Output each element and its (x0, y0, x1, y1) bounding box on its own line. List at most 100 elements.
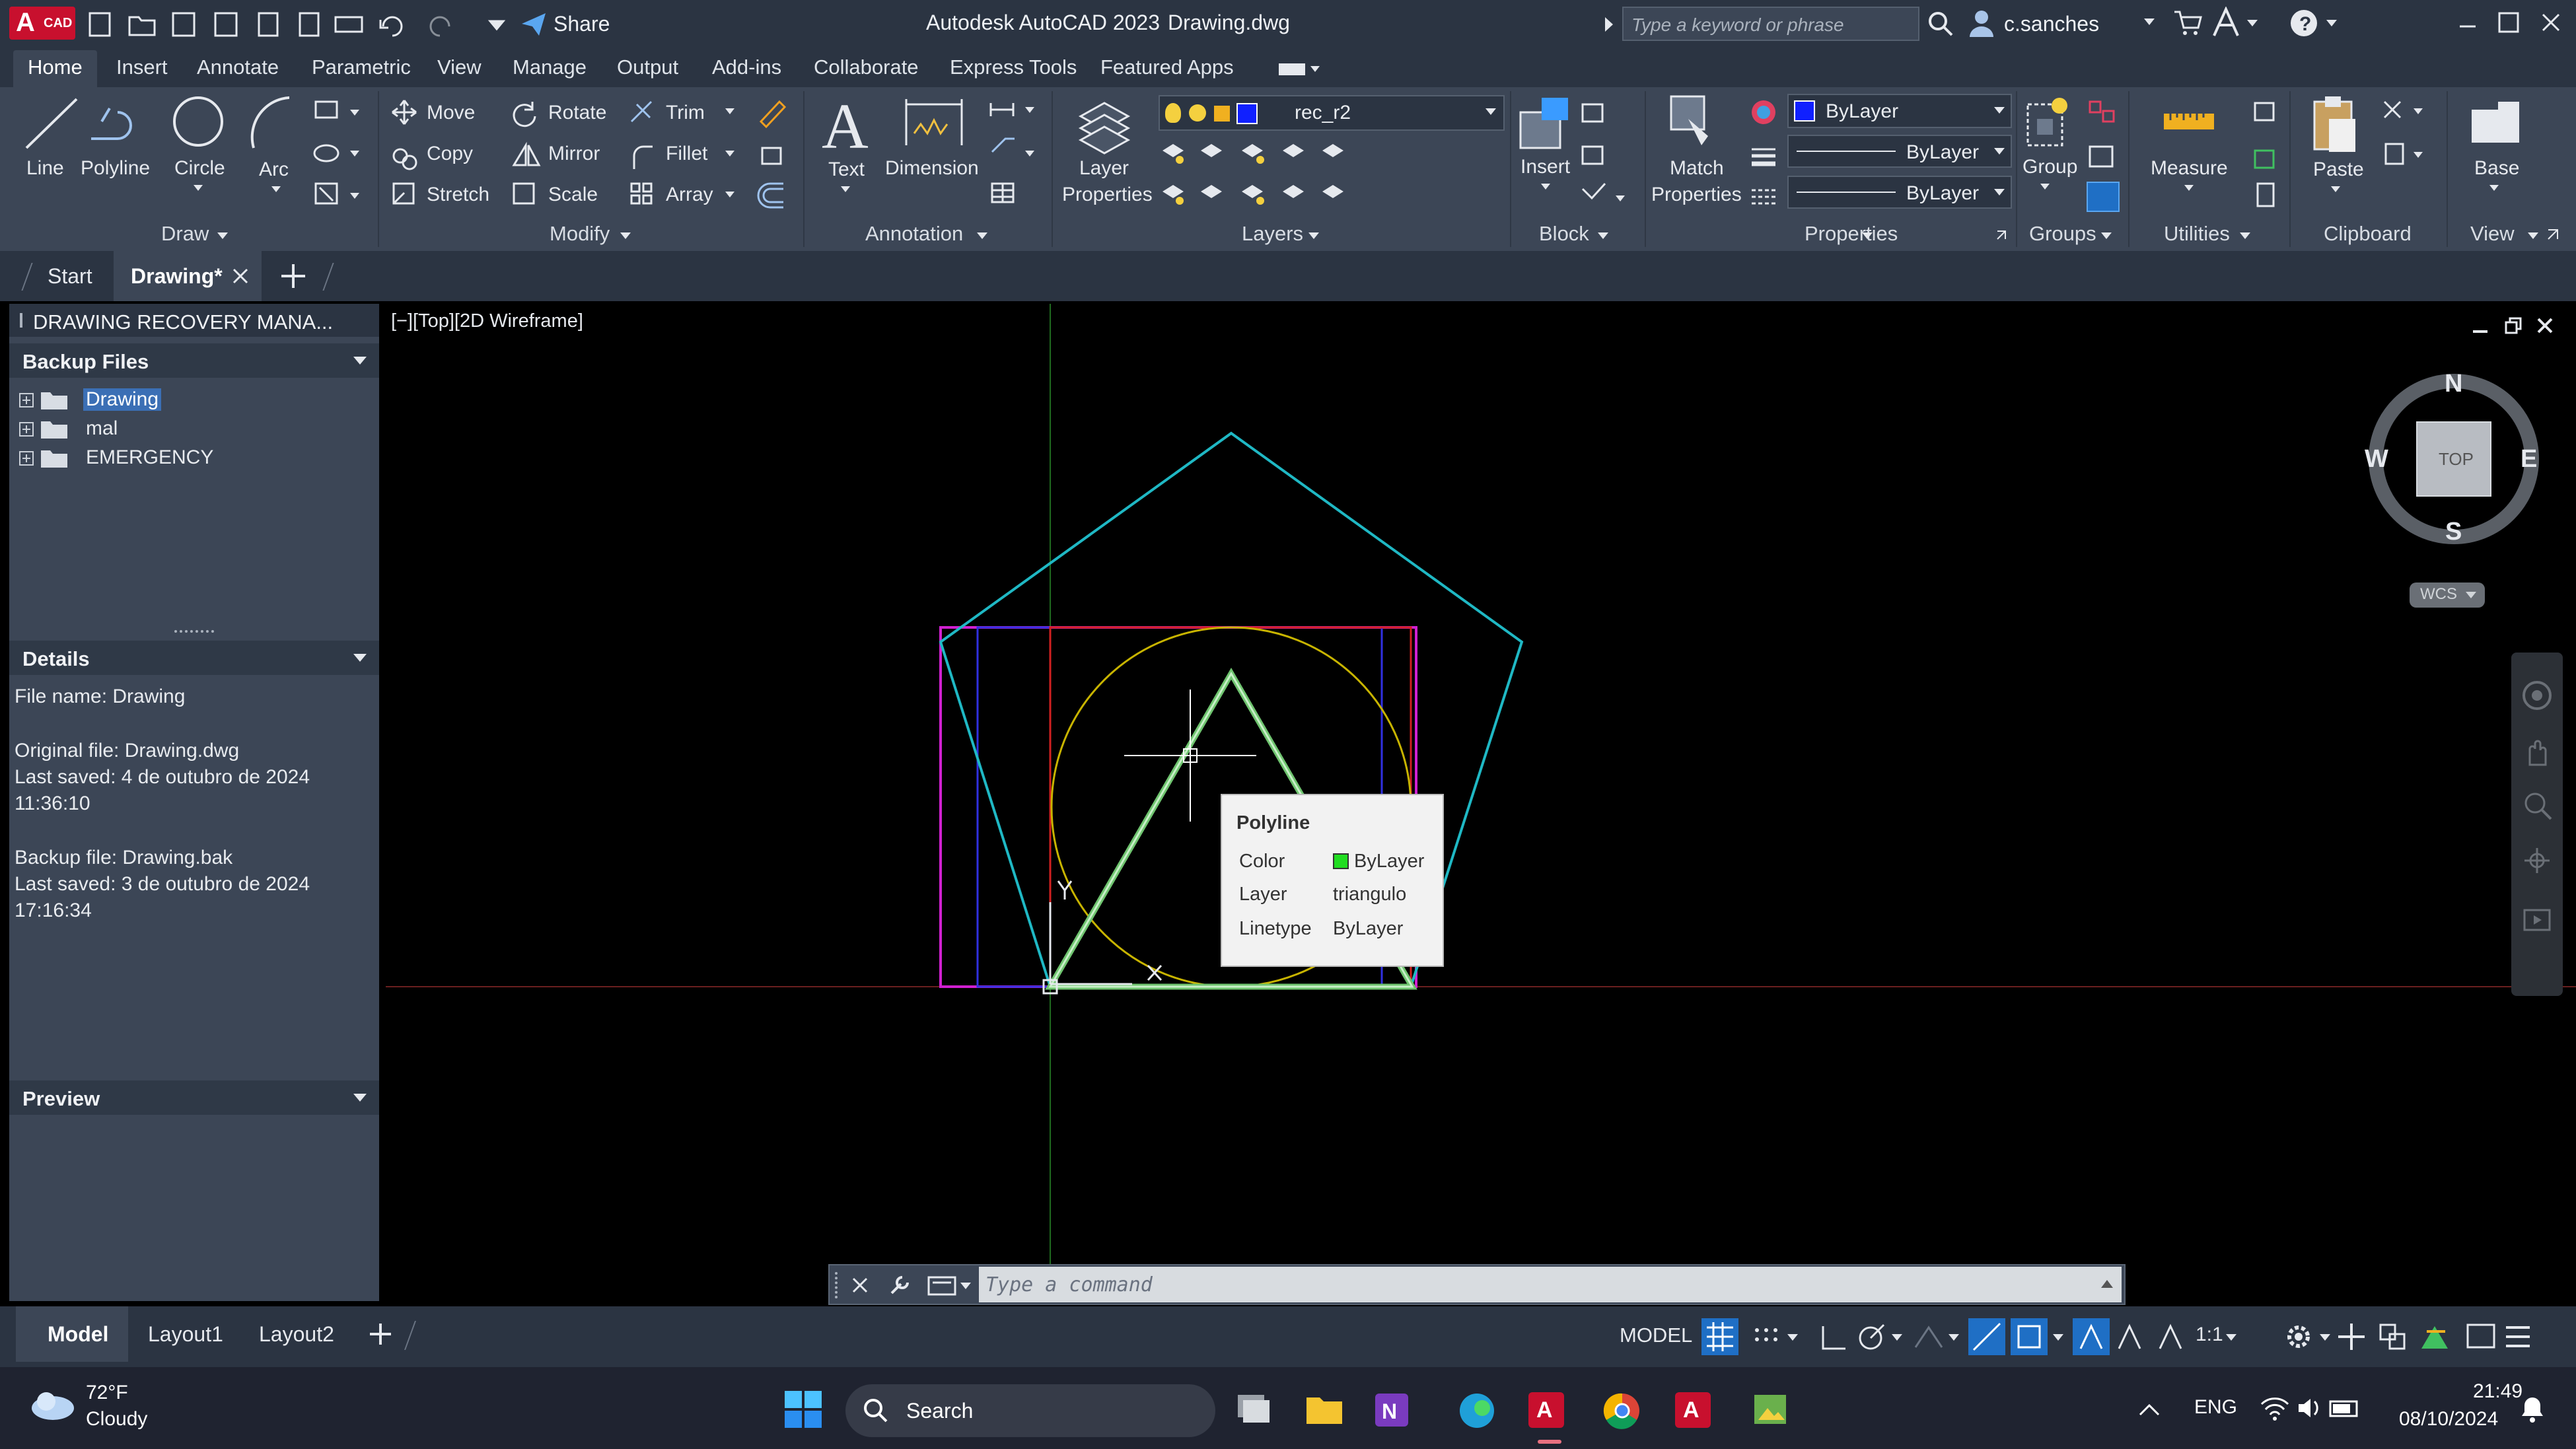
backup-files-header-bg[interactable]: Backup Files (9, 343, 379, 378)
image-viewer-icon[interactable] (1752, 1391, 1791, 1431)
taskbar-search-box[interactable]: Search (845, 1384, 1215, 1437)
match-properties-button-line2[interactable]: Properties (1651, 184, 1742, 206)
showmotion-icon[interactable] (2521, 903, 2554, 937)
block-small-tools[interactable] (1579, 96, 1638, 209)
user-dropdown-icon[interactable] (2143, 16, 2156, 29)
command-recent-arrow-icon[interactable] (2100, 1279, 2114, 1289)
clipboard-panel-label[interactable]: Clipboard (2324, 222, 2412, 246)
cart-icon[interactable] (2173, 8, 2202, 37)
rotate-button[interactable]: Rotate (548, 102, 606, 124)
layer-properties-button-line1[interactable]: Layer (1079, 157, 1129, 180)
windows-start-icon[interactable] (783, 1390, 823, 1429)
file-tab-drawing-bg[interactable]: Drawing* (114, 251, 262, 301)
properties-panel-expand-icon[interactable] (1861, 231, 1873, 240)
full-navigation-wheel-icon[interactable] (2521, 679, 2554, 712)
drawing-canvas[interactable] (386, 304, 2576, 1306)
modify-panel-label[interactable]: Modify (550, 222, 610, 246)
group-button[interactable]: Group (2022, 156, 2077, 178)
viewcube[interactable]: TOP N S E W (2365, 370, 2543, 548)
tab-manage[interactable]: Manage (513, 55, 587, 79)
share-button[interactable]: Share (554, 12, 610, 36)
measure-dropdown-icon[interactable] (2184, 184, 2194, 193)
view-panel-expand-icon[interactable] (2527, 231, 2539, 240)
tab-home[interactable]: Home (13, 50, 97, 87)
text-dropdown-icon[interactable] (840, 185, 851, 194)
groups-panel-label[interactable]: Groups (2029, 222, 2096, 246)
command-input-area[interactable]: Type a command (979, 1267, 2122, 1302)
line-button[interactable]: Line (26, 157, 64, 180)
command-close-icon[interactable] (851, 1276, 869, 1294)
stretch-button[interactable]: Stretch (427, 184, 489, 206)
draw-small-tools[interactable] (312, 96, 365, 209)
utilities-small-tools[interactable] (2250, 96, 2281, 213)
viewport-close-icon[interactable] (2535, 316, 2555, 336)
draw-panel-label[interactable]: Draw (161, 222, 209, 246)
layer-properties-button-line2[interactable]: Properties (1062, 184, 1153, 206)
clock-time[interactable]: 21:49 (2473, 1380, 2522, 1403)
paste-dropdown-icon[interactable] (2330, 185, 2341, 194)
autodesk-app-icon[interactable] (2210, 7, 2263, 40)
tree-expand-icon[interactable] (18, 392, 34, 408)
annotation-panel-label[interactable]: Annotation (865, 222, 963, 246)
pinned-apps[interactable]: N A A (1233, 1387, 1735, 1433)
file-tab-start[interactable]: Start (48, 264, 92, 289)
trim-button[interactable]: Trim (666, 102, 705, 124)
command-line-grip[interactable] (835, 1272, 841, 1298)
status-toggles[interactable] (1698, 1312, 2576, 1362)
viewport-restore-icon[interactable] (2503, 316, 2523, 336)
palette-title-bar[interactable]: DRAWING RECOVERY MANA... (9, 304, 379, 337)
match-properties-button-line1[interactable]: Match (1670, 157, 1724, 180)
minimize-icon[interactable] (2454, 11, 2481, 37)
expand-arrow-icon[interactable] (1602, 16, 1616, 33)
layers-panel-expand-icon[interactable] (1308, 231, 1320, 240)
user-name[interactable]: c.sanches (2004, 12, 2099, 36)
properties-dialog-launcher-icon[interactable] (1996, 230, 2007, 240)
modify-dropdown-icons[interactable] (724, 106, 738, 205)
panel-splitter-grip[interactable] (174, 630, 214, 634)
modify-panel-expand-icon[interactable] (620, 231, 631, 240)
text-button[interactable]: Text (828, 159, 865, 181)
block-panel-expand-icon[interactable] (1597, 231, 1609, 240)
notification-bell-icon[interactable] (2517, 1394, 2548, 1425)
arc-dropdown-icon[interactable] (271, 185, 281, 194)
modify-small-tools[interactable] (757, 96, 790, 209)
help-search-box[interactable]: Type a keyword or phrase (1622, 7, 1919, 41)
command-line[interactable]: Type a command (828, 1264, 2126, 1305)
tree-item-emergency[interactable]: EMERGENCY (18, 445, 349, 472)
command-history-icon[interactable] (927, 1275, 974, 1297)
scale-button[interactable]: Scale (548, 184, 598, 206)
maximize-icon[interactable] (2494, 8, 2523, 37)
input-language[interactable]: ENG (2194, 1396, 2237, 1419)
layer-tools-grid[interactable] (1160, 137, 1358, 210)
tab-featured-apps[interactable]: Featured Apps (1100, 55, 1234, 79)
tab-parametric[interactable]: Parametric (312, 55, 411, 79)
draw-panel-expand-icon[interactable] (217, 231, 229, 240)
move-button[interactable]: Move (427, 102, 475, 124)
compass-east[interactable]: E (2521, 445, 2537, 474)
zoom-extents-icon[interactable] (2521, 789, 2554, 822)
layout-tab-model-bg[interactable]: Model (16, 1306, 128, 1362)
tree-item-mal[interactable]: mal (18, 416, 349, 442)
annotation-scale-value[interactable]: 1:1 (2196, 1324, 2223, 1346)
groups-small-tools[interactable] (2086, 96, 2123, 213)
help-search-input[interactable]: Type a keyword or phrase (1631, 15, 1844, 36)
preview-header-bg[interactable]: Preview (9, 1080, 379, 1115)
insert-button[interactable]: Insert (1521, 156, 1570, 178)
properties-panel-label[interactable]: Properties (1805, 222, 1898, 246)
help-icon[interactable]: ? (2288, 7, 2341, 40)
wcs-menu[interactable]: WCS (2410, 583, 2485, 608)
compass-west[interactable]: W (2365, 445, 2388, 474)
tab-express-tools[interactable]: Express Tools (950, 55, 1077, 79)
tree-item-drawing[interactable]: Drawing (18, 387, 349, 413)
measure-button[interactable]: Measure (2151, 157, 2228, 180)
block-panel-label[interactable]: Block (1539, 222, 1589, 246)
close-icon[interactable] (2536, 8, 2565, 37)
search-icon[interactable] (1926, 9, 1955, 38)
group-dropdown-icon[interactable] (2040, 182, 2050, 192)
new-layout-plus-icon[interactable] (367, 1321, 394, 1347)
ribbon-toggle-icon[interactable] (1277, 59, 1324, 79)
fillet-button[interactable]: Fillet (666, 143, 707, 165)
layout-tab-layout2[interactable]: Layout2 (259, 1322, 334, 1347)
details-header-bg[interactable]: Details (9, 641, 379, 675)
dimension-button[interactable]: Dimension (885, 157, 979, 180)
